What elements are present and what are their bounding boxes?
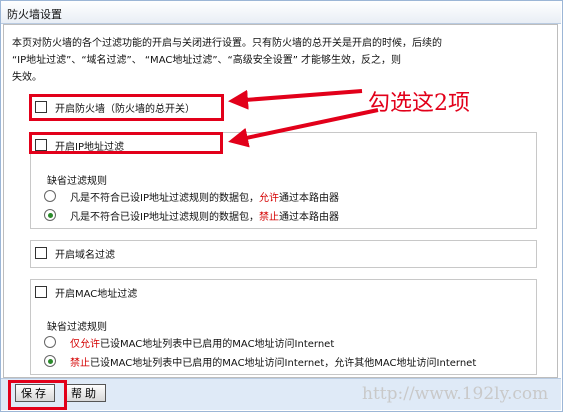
annotation-text: 勾选这2项 [368,91,470,116]
arrow-to-ip-filter [228,108,379,148]
annotation-arrows [228,89,379,148]
arrow-to-firewall [228,89,363,110]
